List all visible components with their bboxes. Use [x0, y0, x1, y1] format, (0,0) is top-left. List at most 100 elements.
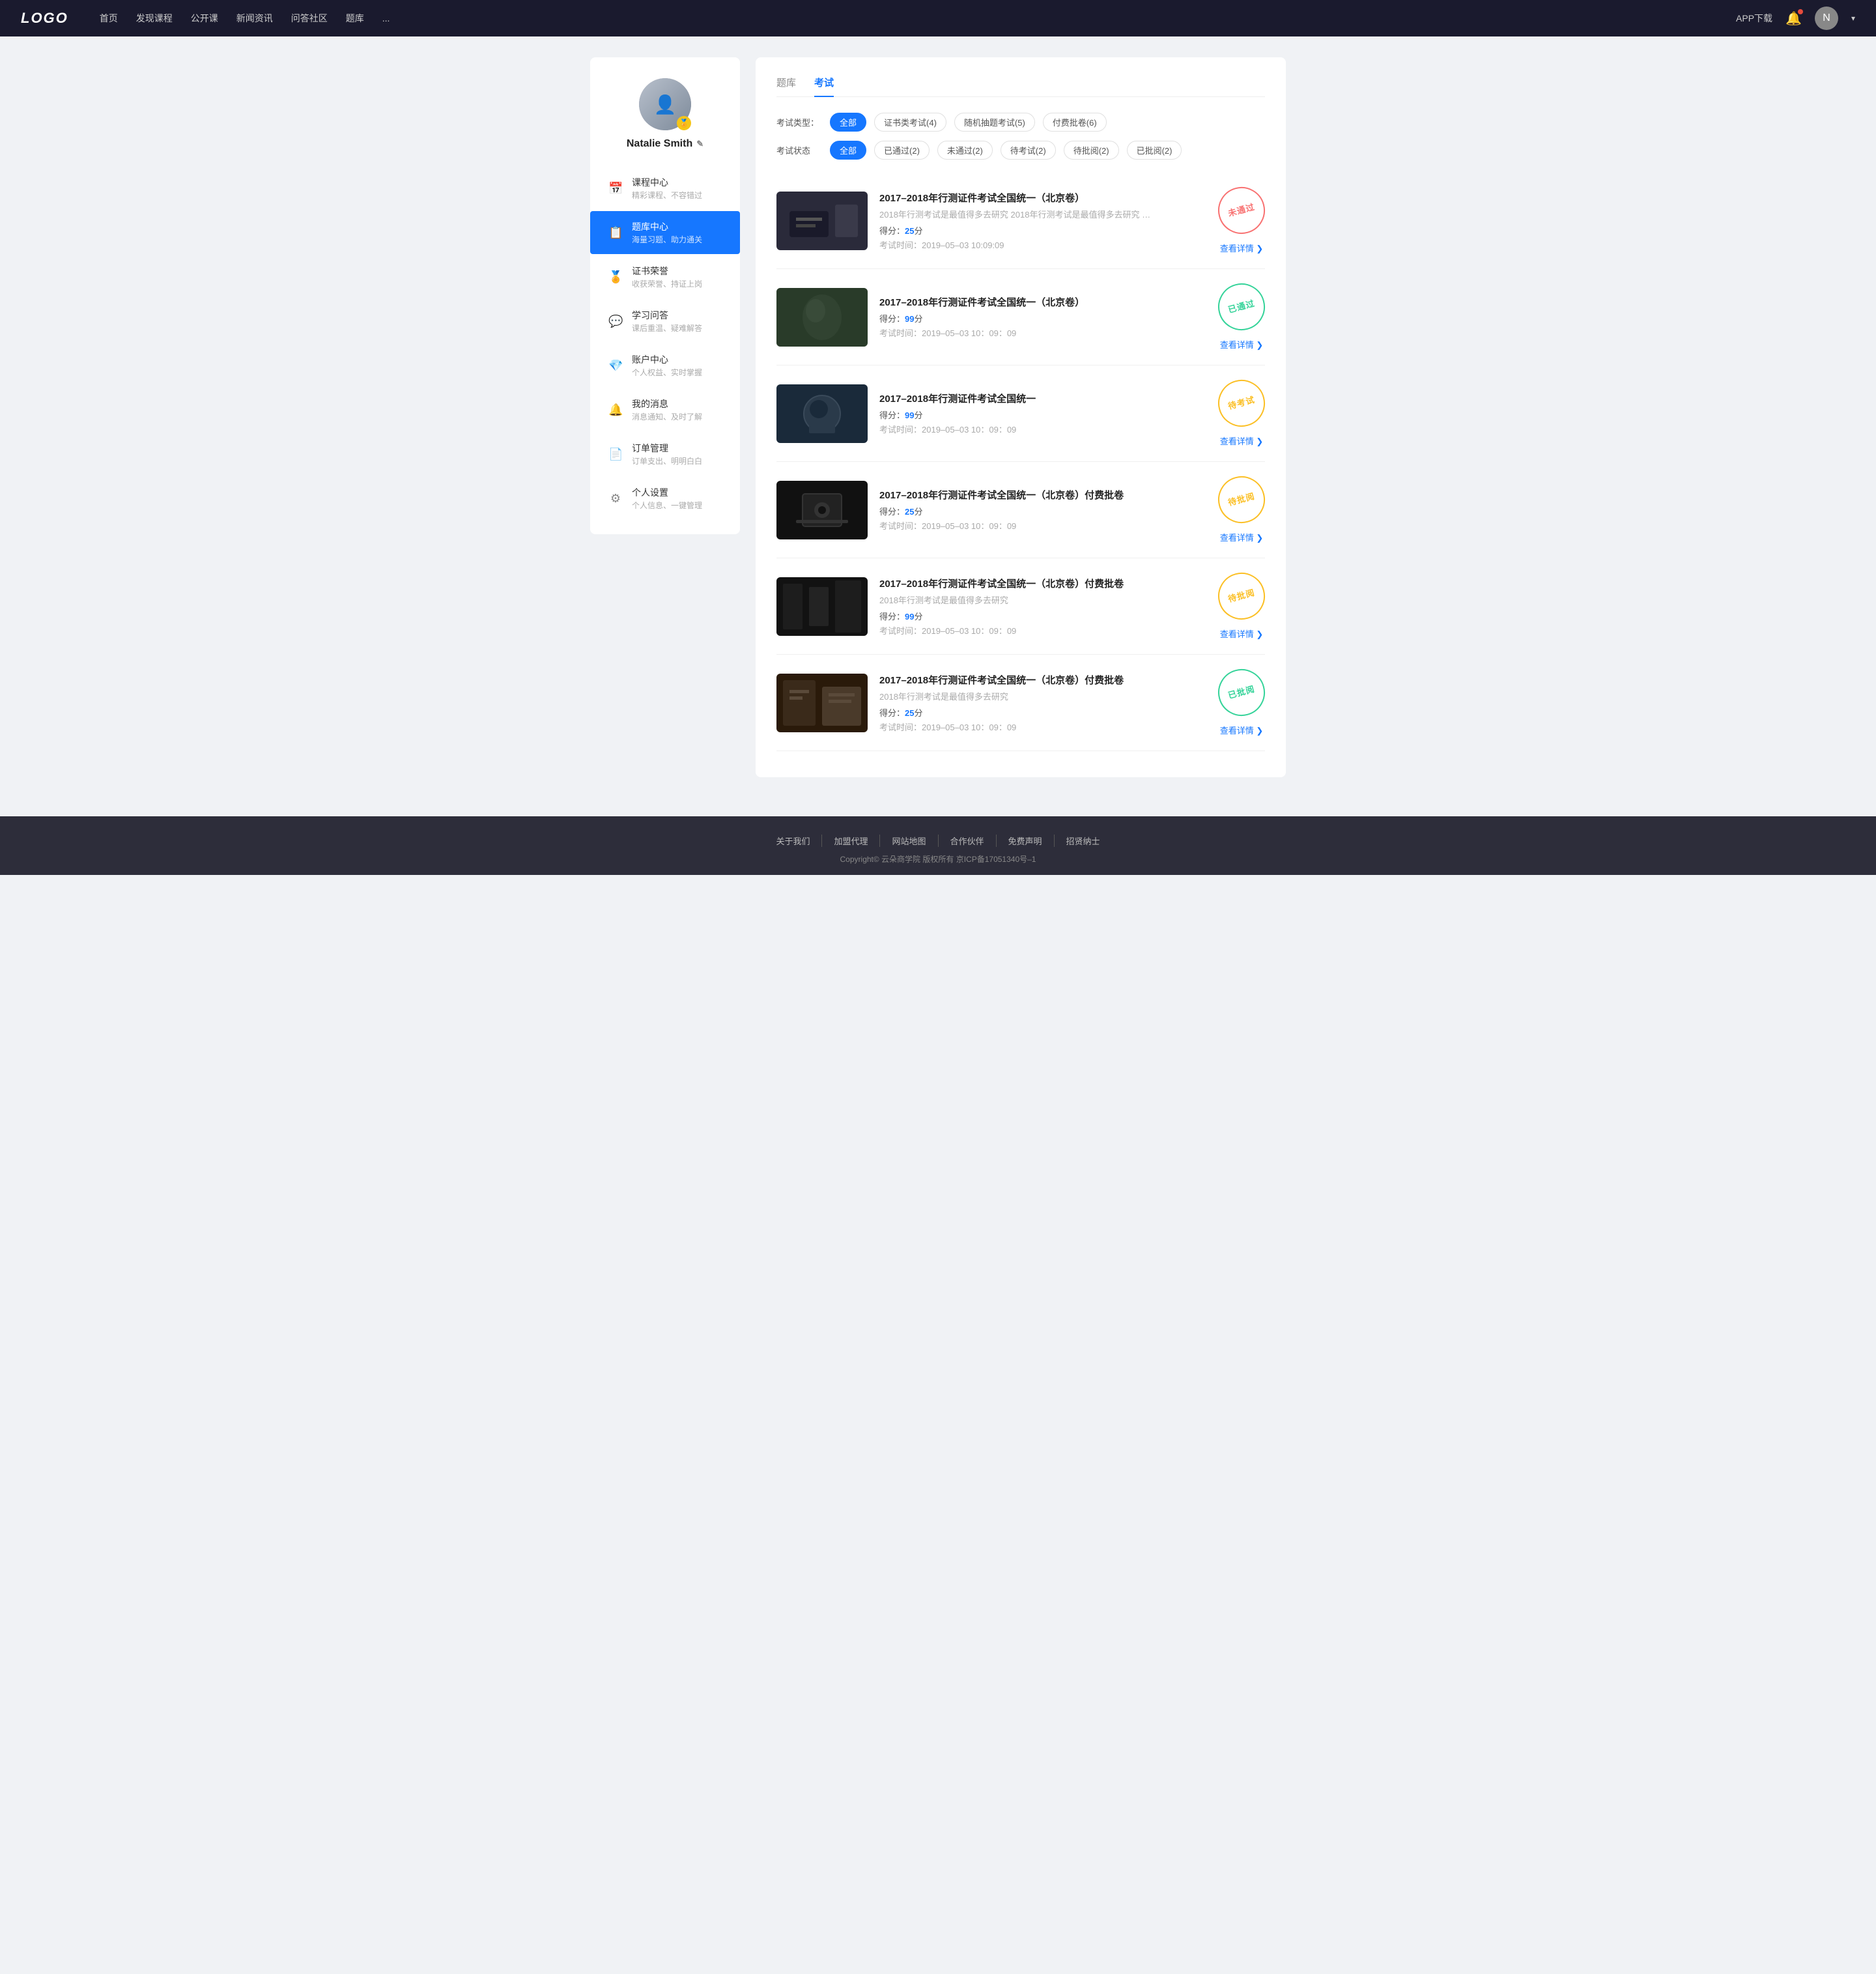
sidebar-item-message[interactable]: 🔔 我的消息 消息通知、及时了解: [590, 388, 740, 431]
nav-item-题库[interactable]: 题库: [346, 12, 364, 25]
exam-detail-link[interactable]: 查看详情 ❯: [1220, 242, 1264, 254]
exam-info: 2017–2018年行测证件考试全国统一（北京卷） 2018年行测考试是最值得多…: [879, 191, 1206, 251]
notification-dot: [1798, 9, 1803, 14]
nav-item-发现课程[interactable]: 发现课程: [136, 12, 173, 25]
exam-thumbnail: [776, 384, 868, 443]
exam-detail-link[interactable]: 查看详情 ❯: [1220, 724, 1264, 736]
nav-item-新闻资讯[interactable]: 新闻资讯: [236, 12, 273, 25]
exam-desc: 2018年行测考试是最值得多去研究: [879, 594, 1153, 606]
certificate-icon: 🏅: [608, 270, 623, 284]
certificate-label: 证书荣誉: [632, 265, 702, 278]
notification-bell[interactable]: 🔔: [1785, 10, 1802, 27]
sidebar-menu: 📅 课程中心 精彩课程、不容错过 📋 题库中心 海量习题、助力通关 🏅 证书荣誉…: [590, 165, 740, 521]
exam-detail-link[interactable]: 查看详情 ❯: [1220, 338, 1264, 350]
user-menu-caret[interactable]: ▾: [1851, 14, 1855, 23]
course-center-sublabel: 精彩课程、不容错过: [632, 190, 702, 201]
exam-action: 待考试 查看详情 ❯: [1218, 380, 1265, 447]
navbar-right: APP下载 🔔 N ▾: [1736, 7, 1855, 30]
exam-status-filter-待批阅(2)[interactable]: 待批阅(2): [1064, 141, 1119, 160]
exam-info: 2017–2018年行测证件考试全国统一（北京卷）付费批卷 2018年行测考试是…: [879, 577, 1206, 637]
exam-status-stamp: 已通过: [1213, 278, 1270, 336]
settings-sublabel: 个人信息、一键管理: [632, 500, 702, 511]
exam-action: 未通过 查看详情 ❯: [1218, 187, 1265, 254]
footer-link-免费声明[interactable]: 免费声明: [997, 835, 1055, 847]
exam-item-exam-5: 2017–2018年行测证件考试全国统一（北京卷）付费批卷 2018年行测考试是…: [776, 558, 1265, 655]
exam-type-filter-随机抽题考试(5)[interactable]: 随机抽题考试(5): [954, 113, 1035, 132]
exam-score-value: 25: [905, 708, 914, 718]
sidebar: 👤 🏅 Natalie Smith ✎ 📅 课程中心 精彩课程、不容错过 📋 题…: [590, 57, 740, 534]
edit-profile-icon[interactable]: ✎: [696, 139, 704, 149]
username-text: Natalie Smith: [627, 138, 692, 150]
exam-status-filter-已通过(2)[interactable]: 已通过(2): [874, 141, 930, 160]
sidebar-item-qa[interactable]: 💬 学习问答 课后重温、疑难解答: [590, 300, 740, 343]
main-nav: 首页 发现课程 公开课 新闻资讯 问答社区 题库...: [100, 12, 1736, 25]
exam-item-exam-1: 2017–2018年行测证件考试全国统一（北京卷） 2018年行测考试是最值得多…: [776, 173, 1265, 269]
exam-detail-link[interactable]: 查看详情 ❯: [1220, 435, 1264, 447]
footer-link-加盟代理[interactable]: 加盟代理: [822, 835, 880, 847]
exam-type-filter-全部[interactable]: 全部: [830, 113, 866, 132]
certificate-sublabel: 收获荣誉、持证上岗: [632, 278, 702, 289]
footer-copyright: Copyright© 云朵商学院 版权所有 京ICP备17051340号–1: [0, 853, 1876, 865]
exam-status-filter-已批阅(2)[interactable]: 已批阅(2): [1127, 141, 1182, 160]
account-label: 账户中心: [632, 353, 702, 366]
exam-type-filter-付费批卷(6)[interactable]: 付费批卷(6): [1043, 113, 1107, 132]
exam-time: 考试时间：2019–05–03 10：09：09: [879, 624, 1206, 637]
tab-question-bank-tab[interactable]: 题库: [776, 76, 796, 97]
exam-time: 考试时间：2019–05–03 10:09:09: [879, 238, 1206, 251]
exam-title: 2017–2018年行测证件考试全国统一（北京卷）付费批卷: [879, 488, 1206, 502]
exam-type-filter-row: 考试类型： 全部证书类考试(4)随机抽题考试(5)付费批卷(6): [776, 113, 1265, 132]
account-sublabel: 个人权益、实时掌握: [632, 367, 702, 378]
exam-desc: 2018年行测考试是最值得多去研究 2018年行测考试是最值得多去研究 2018…: [879, 208, 1153, 220]
footer-link-网站地图[interactable]: 网站地图: [880, 835, 938, 847]
exam-type-filter-证书类考试(4)[interactable]: 证书类考试(4): [874, 113, 946, 132]
nav-item-公开课[interactable]: 公开课: [191, 12, 218, 25]
user-avatar[interactable]: N: [1815, 7, 1838, 30]
account-icon: 💎: [608, 359, 623, 373]
nav-item-首页[interactable]: 首页: [100, 12, 118, 25]
sidebar-item-certificate[interactable]: 🏅 证书荣誉 收获荣誉、持证上岗: [590, 255, 740, 298]
nav-item-问答社区[interactable]: 问答社区: [291, 12, 328, 25]
exam-status-stamp: 未通过: [1213, 182, 1270, 239]
footer-link-关于我们[interactable]: 关于我们: [764, 835, 822, 847]
exam-detail-link[interactable]: 查看详情 ❯: [1220, 531, 1264, 543]
nav-item-...[interactable]: ...: [382, 13, 390, 23]
orders-label: 订单管理: [632, 442, 702, 455]
exam-thumbnail: [776, 288, 868, 347]
exam-title: 2017–2018年行测证件考试全国统一: [879, 392, 1206, 405]
exam-time: 考试时间：2019–05–03 10：09：09: [879, 326, 1206, 339]
sidebar-item-orders[interactable]: 📄 订单管理 订单支出、明明白白: [590, 433, 740, 476]
exam-score: 得分：99分: [879, 312, 1206, 324]
sidebar-item-course-center[interactable]: 📅 课程中心 精彩课程、不容错过: [590, 167, 740, 210]
exam-status-label: 考试状态: [776, 144, 822, 156]
sidebar-item-settings[interactable]: ⚙ 个人设置 个人信息、一键管理: [590, 477, 740, 520]
exam-item-exam-6: 2017–2018年行测证件考试全国统一（北京卷）付费批卷 2018年行测考试是…: [776, 655, 1265, 751]
qa-sublabel: 课后重温、疑难解答: [632, 322, 702, 334]
sidebar-item-question-bank[interactable]: 📋 题库中心 海量习题、助力通关: [590, 211, 740, 254]
exam-detail-link[interactable]: 查看详情 ❯: [1220, 627, 1264, 640]
footer-link-招贤纳士[interactable]: 招贤纳士: [1055, 835, 1112, 847]
course-center-label: 课程中心: [632, 176, 702, 189]
exam-status-filter-待考试(2)[interactable]: 待考试(2): [1001, 141, 1056, 160]
exam-title: 2017–2018年行测证件考试全国统一（北京卷）: [879, 295, 1206, 309]
exam-score-value: 99: [905, 612, 914, 622]
exam-thumbnail: [776, 481, 868, 539]
tab-exam-tab[interactable]: 考试: [814, 76, 834, 97]
exam-status-stamp: 待批阅: [1213, 471, 1270, 528]
exam-score-value: 25: [905, 226, 914, 236]
exam-title: 2017–2018年行测证件考试全国统一（北京卷）付费批卷: [879, 673, 1206, 687]
sidebar-badge: 🏅: [677, 116, 691, 130]
exam-status-filter-全部[interactable]: 全部: [830, 141, 866, 160]
exam-action: 已通过 查看详情 ❯: [1218, 283, 1265, 350]
app-download-btn[interactable]: APP下载: [1736, 12, 1772, 25]
exam-time: 考试时间：2019–05–03 10：09：09: [879, 519, 1206, 532]
exam-status-filter-未通过(2)[interactable]: 未通过(2): [937, 141, 993, 160]
exam-desc: 2018年行测考试是最值得多去研究: [879, 690, 1153, 702]
exam-action: 待批阅 查看详情 ❯: [1218, 476, 1265, 543]
sidebar-username: Natalie Smith ✎: [627, 138, 704, 150]
sidebar-item-account[interactable]: 💎 账户中心 个人权益、实时掌握: [590, 344, 740, 387]
exam-time: 考试时间：2019–05–03 10：09：09: [879, 423, 1206, 435]
footer-link-合作伙伴[interactable]: 合作伙伴: [939, 835, 997, 847]
exam-score-value: 99: [905, 314, 914, 324]
exam-thumbnail: [776, 674, 868, 732]
exam-info: 2017–2018年行测证件考试全国统一 得分：99分 考试时间：2019–05…: [879, 392, 1206, 435]
